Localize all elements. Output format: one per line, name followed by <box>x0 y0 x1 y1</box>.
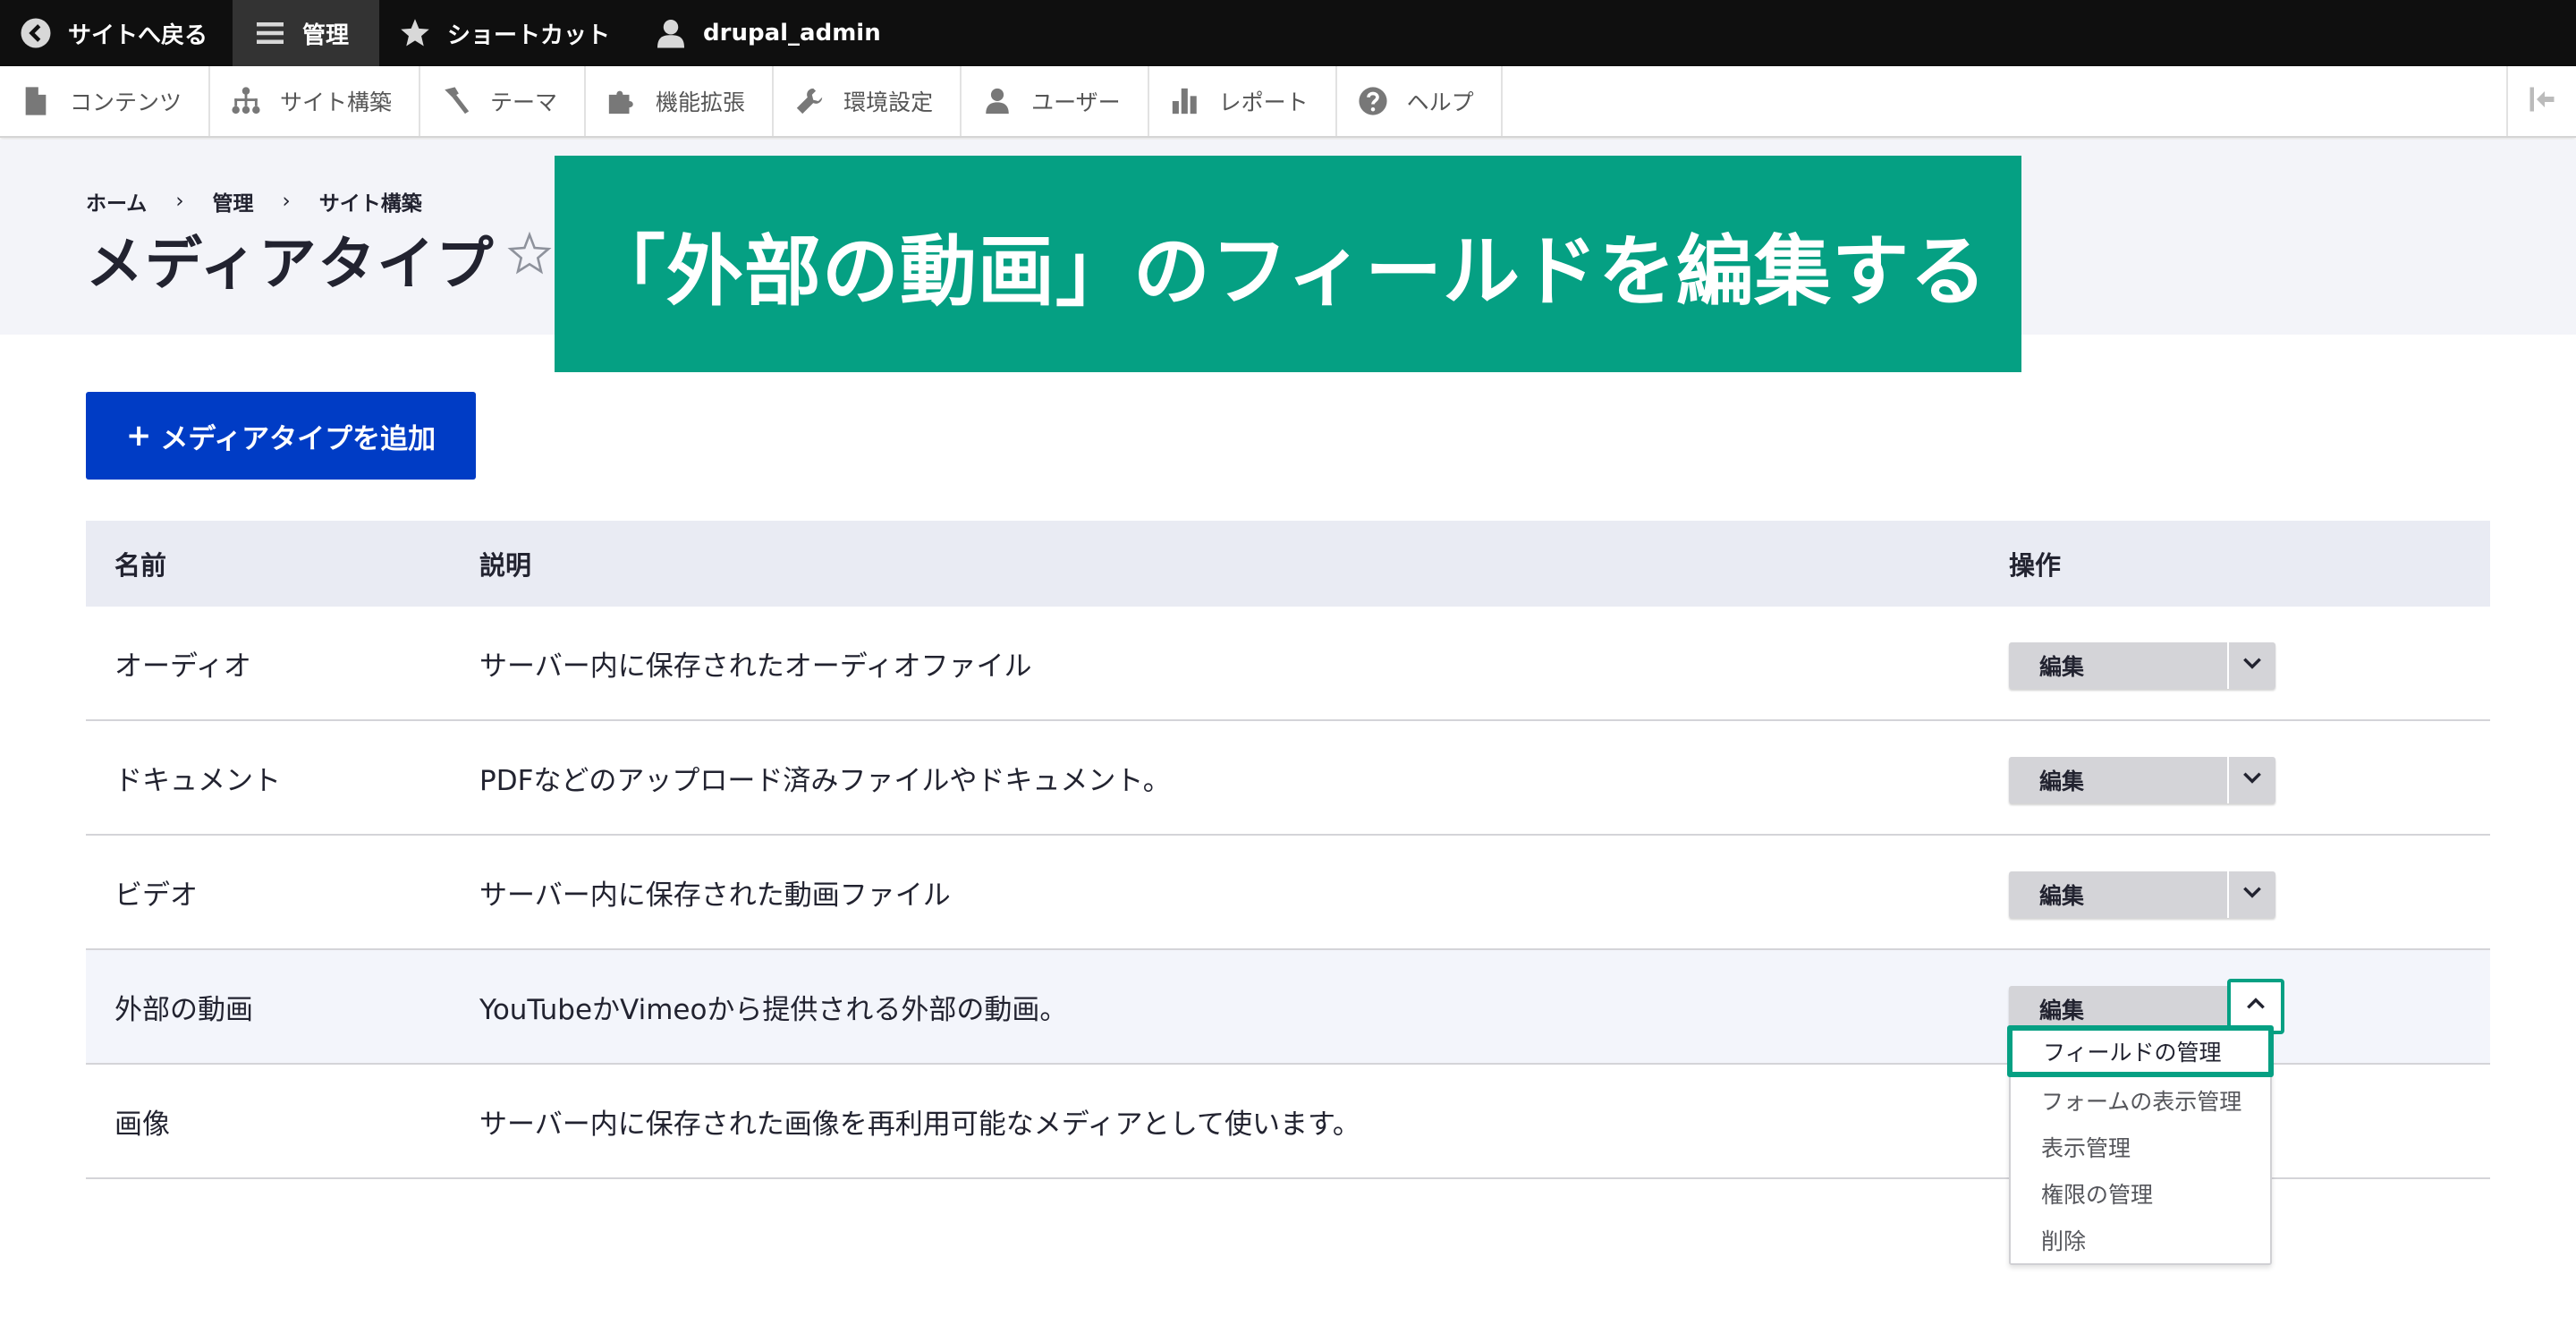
dropbutton-toggle[interactable] <box>2227 871 2275 918</box>
sitemap-icon <box>230 85 262 117</box>
tray-item-extend[interactable]: 機能拡張 <box>586 66 775 136</box>
tray-item-label: コンテンツ <box>70 89 182 115</box>
table-header: 名前 説明 操作 <box>86 521 2490 607</box>
operations-dropbutton: 編集 <box>2009 642 2275 689</box>
tray-item-help[interactable]: ヘルプ <box>1337 66 1503 136</box>
chevron-up-icon <box>2244 990 2267 1023</box>
edit-button[interactable]: 編集 <box>2009 871 2227 918</box>
collapse-arrow-icon <box>2526 83 2558 119</box>
user-icon <box>653 15 689 51</box>
row-name: 外部の動画 <box>114 993 253 1026</box>
tray-item-label: テーマ <box>490 89 558 115</box>
user-tab[interactable]: drupal_admin <box>635 0 906 66</box>
breadcrumb-separator: › <box>175 190 184 213</box>
menu-item-manage-display[interactable]: 表示管理 <box>2011 1124 2270 1170</box>
row-name: 画像 <box>114 1108 170 1141</box>
wrench-icon <box>793 85 826 117</box>
tray-item-label: レポート <box>1218 89 1309 115</box>
shortcuts-tab[interactable]: ショートカット <box>379 0 635 66</box>
row-name: ドキュメント <box>114 764 281 797</box>
menu-item-manage-fields[interactable]: フィールドの管理 <box>2007 1025 2274 1077</box>
page-title: メディアタイプ <box>86 232 496 298</box>
username-label: drupal_admin <box>703 20 881 47</box>
add-media-type-button[interactable]: + メディアタイプを追加 <box>86 392 476 480</box>
breadcrumb-home[interactable]: ホーム <box>86 186 147 217</box>
shortcuts-label: ショートカット <box>447 21 611 49</box>
menu-item-manage-form-display[interactable]: フォームの表示管理 <box>2011 1077 2270 1124</box>
operations-menu: フィールドの管理 フォームの表示管理 表示管理 権限の管理 削除 <box>2007 1025 2274 1265</box>
admin-tray: コンテンツ サイト構築 テーマ 機能拡張 環境設定 ユーザー レポート ヘルプ <box>0 66 2576 138</box>
tray-item-label: ユーザー <box>1031 89 1121 115</box>
row-description: PDFなどのアップロード済みファイルやドキュメント。 <box>479 764 1171 797</box>
add-media-type-label: メディアタイプを追加 <box>160 422 436 455</box>
breadcrumb-structure[interactable]: サイト構築 <box>319 186 422 217</box>
manage-label: 管理 <box>302 21 350 49</box>
breadcrumb: ホーム › 管理 › サイト構築 <box>86 186 422 217</box>
dropbutton-toggle[interactable] <box>2227 757 2275 803</box>
table-row: オーディオ サーバー内に保存されたオーディオファイル 編集 <box>86 607 2490 721</box>
chevron-down-icon <box>2241 650 2264 682</box>
header-operations: 操作 <box>2009 550 2062 581</box>
operations-dropbutton: 編集 <box>2009 757 2275 803</box>
file-icon <box>20 85 52 117</box>
chevron-down-icon <box>2241 764 2264 796</box>
instruction-banner: 「外部の動画」のフィールドを編集する <box>555 156 2021 372</box>
tray-item-config[interactable]: 環境設定 <box>774 66 962 136</box>
collapse-tray-button[interactable] <box>2506 66 2576 136</box>
hamburger-icon <box>252 15 288 51</box>
manage-tab[interactable]: 管理 <box>233 0 380 66</box>
tray-item-people[interactable]: ユーザー <box>962 66 1149 136</box>
operations-dropbutton: 編集 <box>2009 871 2275 918</box>
brush-icon <box>440 85 472 117</box>
chevron-down-icon <box>2241 879 2264 911</box>
menu-item-delete[interactable]: 削除 <box>2011 1217 2270 1263</box>
shortcut-star-icon[interactable] <box>506 231 553 277</box>
star-filled-icon <box>397 15 433 51</box>
table-row: ビデオ サーバー内に保存された動画ファイル 編集 <box>86 836 2490 950</box>
help-icon <box>1357 85 1389 117</box>
back-to-site-label: サイトへ戻る <box>68 21 208 49</box>
tray-item-appearance[interactable]: テーマ <box>420 66 587 136</box>
tray-item-structure[interactable]: サイト構築 <box>210 66 421 136</box>
tray-item-label: サイト構築 <box>280 89 393 115</box>
tray-item-label: ヘルプ <box>1406 89 1474 115</box>
tray-item-label: 環境設定 <box>843 89 934 115</box>
back-to-site-link[interactable]: サイトへ戻る <box>0 0 233 66</box>
tray-item-reports[interactable]: レポート <box>1149 66 1337 136</box>
table-row: ドキュメント PDFなどのアップロード済みファイルやドキュメント。 編集 <box>86 721 2490 836</box>
row-description: サーバー内に保存された画像を再利用可能なメディアとして使います。 <box>479 1108 1360 1141</box>
row-description: サーバー内に保存された動画ファイル <box>479 879 951 912</box>
puzzle-icon <box>606 85 638 117</box>
edit-button[interactable]: 編集 <box>2009 642 2227 689</box>
header-description: 説明 <box>479 550 532 581</box>
breadcrumb-admin[interactable]: 管理 <box>213 186 254 217</box>
admin-toolbar: サイトへ戻る 管理 ショートカット drupal_admin <box>0 0 2576 66</box>
people-icon <box>981 85 1013 117</box>
menu-item-manage-permissions[interactable]: 権限の管理 <box>2011 1170 2270 1217</box>
row-name: オーディオ <box>114 650 251 683</box>
plus-icon: + <box>125 418 152 454</box>
edit-button[interactable]: 編集 <box>2009 757 2227 803</box>
tray-item-label: 機能拡張 <box>656 89 746 115</box>
row-name: ビデオ <box>114 879 198 912</box>
row-description: サーバー内に保存されたオーディオファイル <box>479 650 1032 683</box>
dropbutton-toggle[interactable] <box>2227 642 2275 689</box>
chevron-left-circle-icon <box>18 15 54 51</box>
header-name: 名前 <box>114 550 167 581</box>
row-description: YouTubeかVimeoから提供される外部の動画。 <box>479 993 1068 1026</box>
tray-item-content[interactable]: コンテンツ <box>0 66 211 136</box>
breadcrumb-separator: › <box>282 190 291 213</box>
bar-chart-icon <box>1169 85 1201 117</box>
